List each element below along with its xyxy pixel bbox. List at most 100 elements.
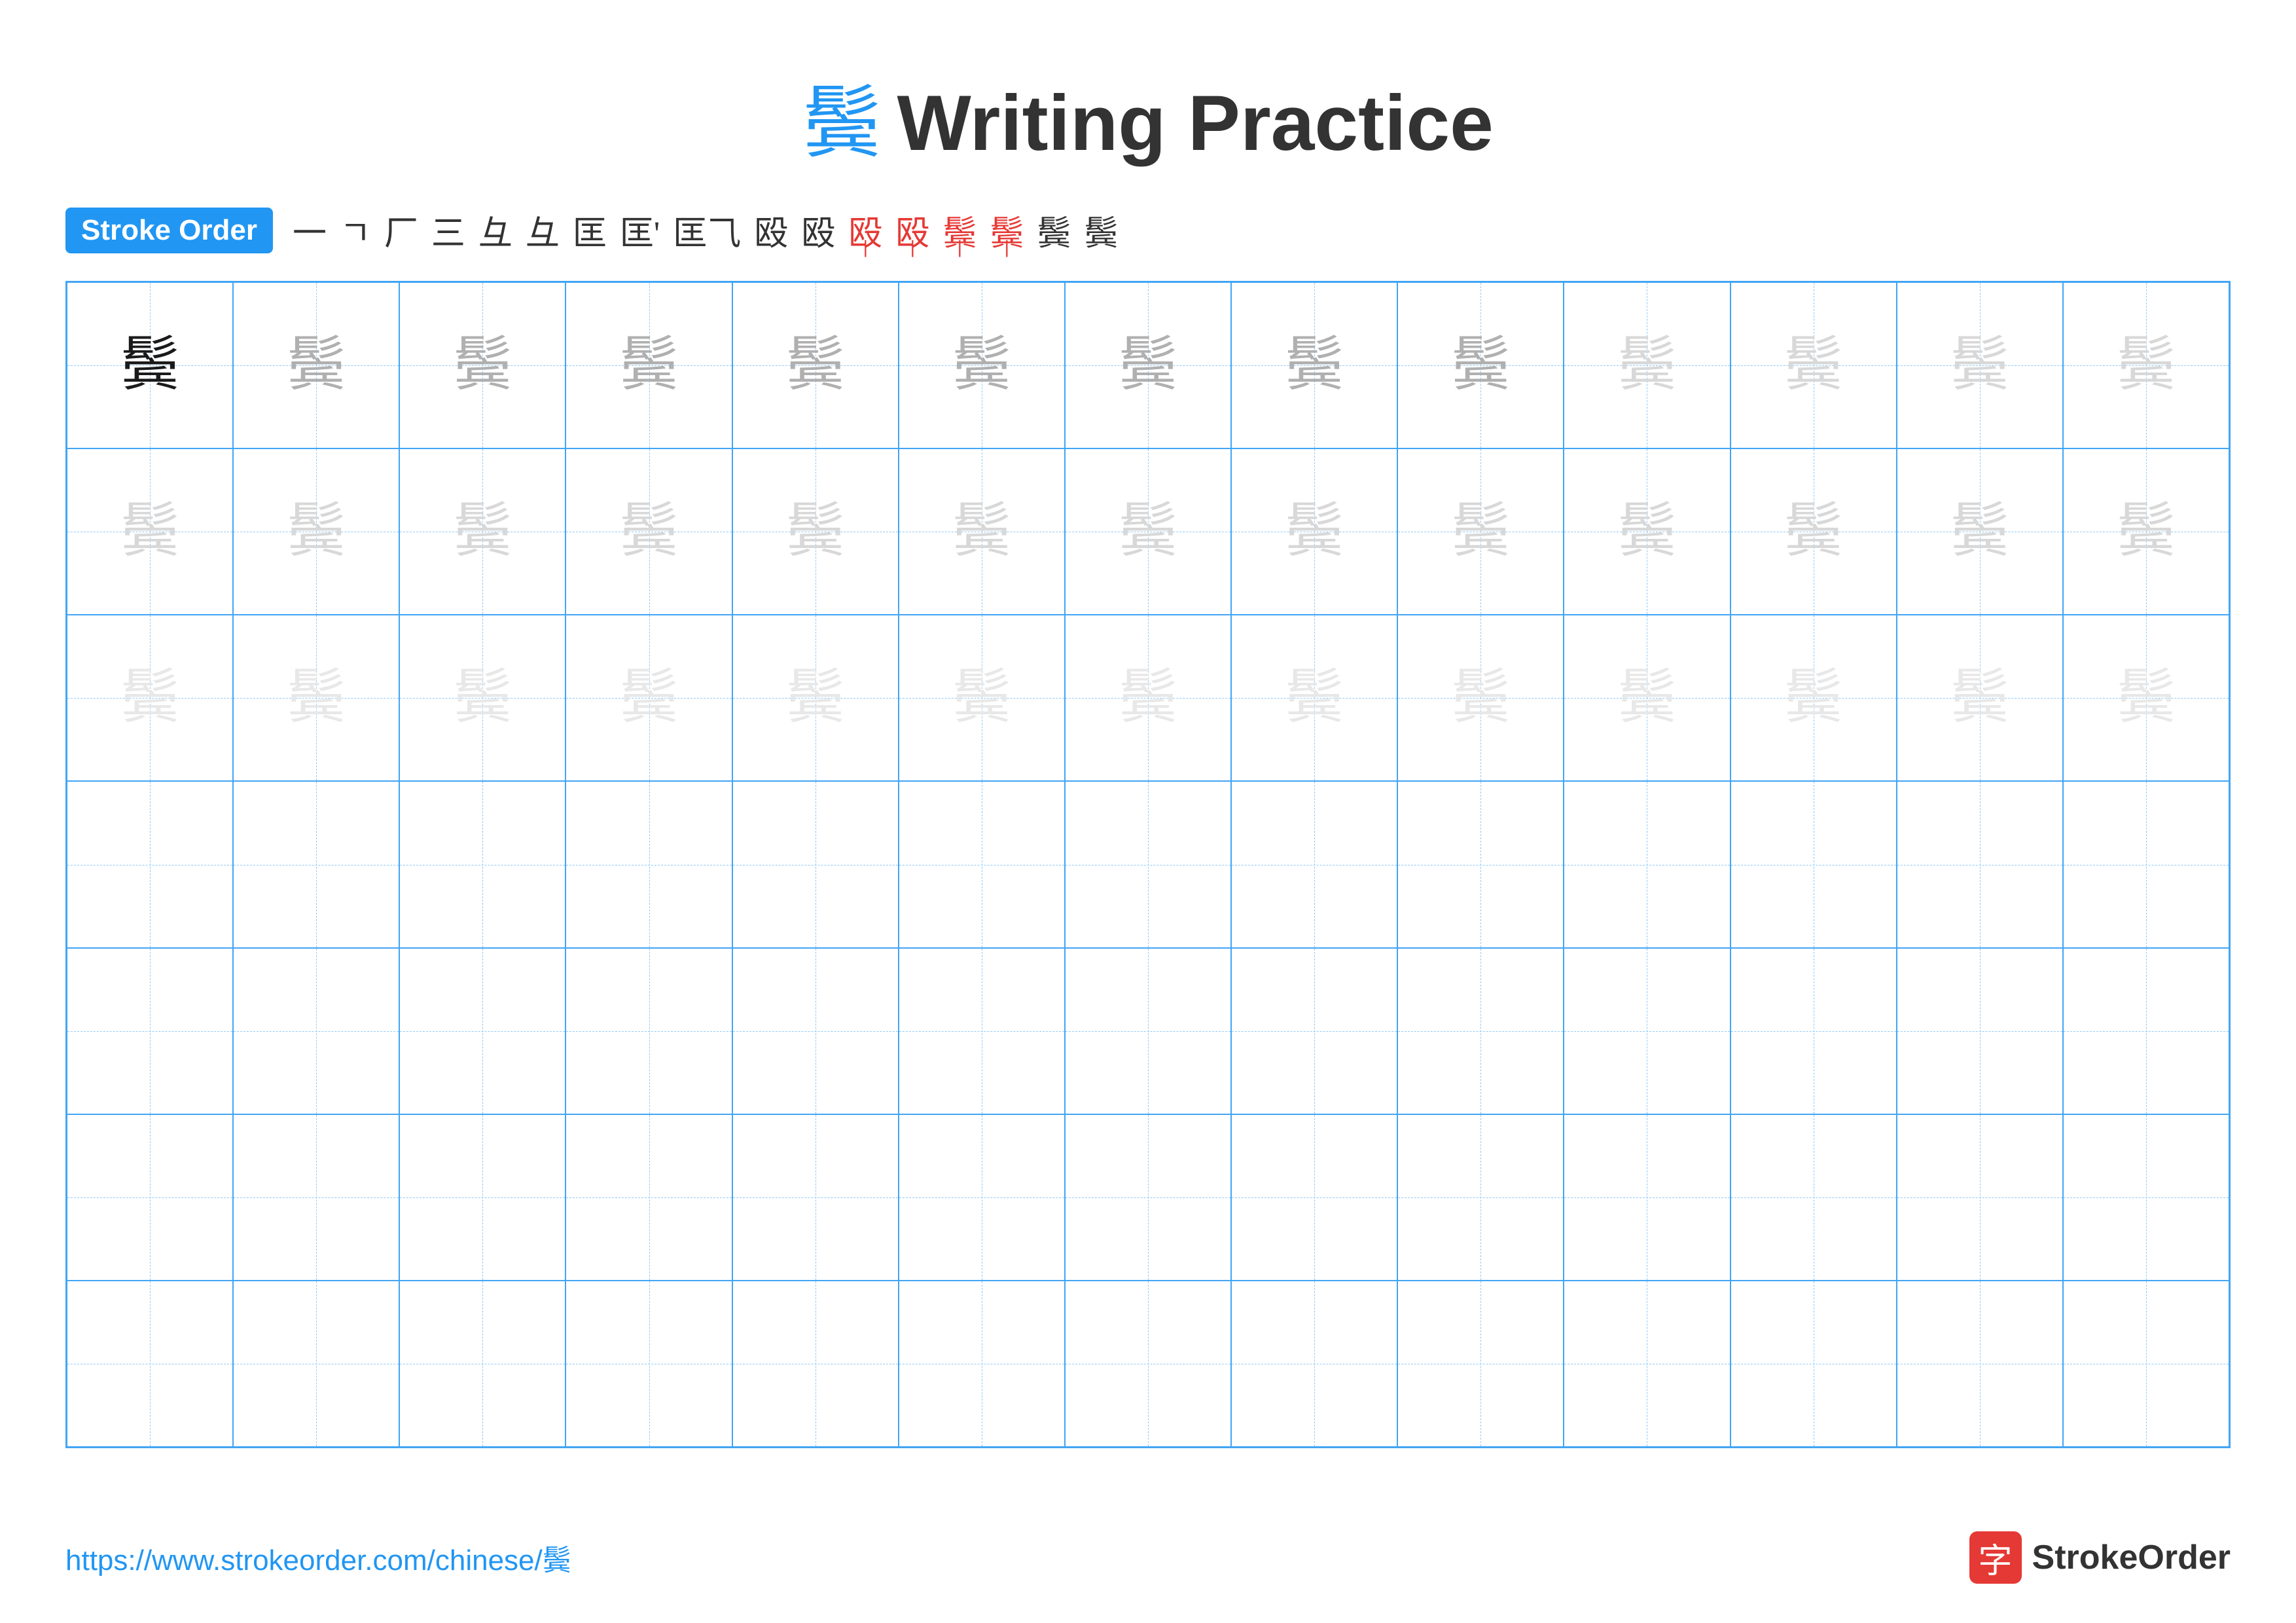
stroke-step-12: 殴 [848, 206, 882, 255]
grid-cell-r7c12[interactable] [1897, 1281, 2063, 1447]
grid-cell-r4c3[interactable] [399, 781, 565, 947]
char-r1c1: 鬓 [120, 336, 179, 395]
grid-cell-r7c1[interactable] [67, 1281, 233, 1447]
grid-cell-r7c8[interactable] [1231, 1281, 1397, 1447]
grid-cell-r6c13[interactable] [2063, 1114, 2229, 1281]
char-r2c9: 鬓 [1451, 502, 1510, 561]
char-r3c1: 鬓 [120, 668, 179, 727]
grid-cell-r6c12[interactable] [1897, 1114, 2063, 1281]
grid-cell-r2c3: 鬓 [399, 448, 565, 615]
grid-cell-r2c11: 鬓 [1731, 448, 1897, 615]
char-r1c13: 鬓 [2117, 336, 2176, 395]
char-r2c13: 鬓 [2117, 502, 2176, 561]
title-section: 鬓 Writing Practice [65, 59, 2231, 173]
grid-cell-r4c2[interactable] [233, 781, 399, 947]
logo-text: StrokeOrder [2032, 1538, 2231, 1577]
char-r1c3: 鬓 [453, 336, 512, 395]
grid-cell-r7c6[interactable] [899, 1281, 1065, 1447]
char-r2c11: 鬓 [1784, 502, 1843, 561]
grid-cell-r4c7[interactable] [1065, 781, 1231, 947]
grid-cell-r4c6[interactable] [899, 781, 1065, 947]
footer-url[interactable]: https://www.strokeorder.com/chinese/鬓 [65, 1537, 571, 1578]
grid-cell-r1c9: 鬓 [1397, 282, 1564, 448]
grid-cell-r4c8[interactable] [1231, 781, 1397, 947]
grid-cell-r4c11[interactable] [1731, 781, 1897, 947]
grid-cell-r4c13[interactable] [2063, 781, 2229, 947]
grid-cell-r5c7[interactable] [1065, 948, 1231, 1114]
grid-cell-r5c12[interactable] [1897, 948, 2063, 1114]
char-r1c7: 鬓 [1119, 336, 1177, 395]
grid-cell-r4c9[interactable] [1397, 781, 1564, 947]
grid-cell-r7c5[interactable] [732, 1281, 899, 1447]
grid-cell-r6c6[interactable] [899, 1114, 1065, 1281]
grid-cell-r6c11[interactable] [1731, 1114, 1897, 1281]
grid-cell-r4c5[interactable] [732, 781, 899, 947]
grid-cell-r7c13[interactable] [2063, 1281, 2229, 1447]
stroke-step-13: 殴 [895, 206, 929, 255]
char-r2c10: 鬓 [1617, 502, 1676, 561]
logo-icon: 字 [1969, 1531, 2022, 1584]
grid-cell-r6c5[interactable] [732, 1114, 899, 1281]
grid-cell-r5c6[interactable] [899, 948, 1065, 1114]
grid-cell-r5c5[interactable] [732, 948, 899, 1114]
char-r2c5: 鬓 [786, 502, 845, 561]
grid-cell-r3c13: 鬓 [2063, 615, 2229, 781]
grid-cell-r7c9[interactable] [1397, 1281, 1564, 1447]
grid-cell-r4c12[interactable] [1897, 781, 2063, 947]
char-r3c4: 鬓 [620, 668, 679, 727]
char-r3c3: 鬓 [453, 668, 512, 727]
grid-cell-r2c10: 鬓 [1564, 448, 1730, 615]
grid-cell-r6c2[interactable] [233, 1114, 399, 1281]
grid-cell-r4c1[interactable] [67, 781, 233, 947]
char-r1c4: 鬓 [620, 336, 679, 395]
stroke-steps: 一 ㄱ 厂 三 彑 彑 匡 匡' 匡⺄ 殴 殴 殴 殴 鬓 鬓 鬓 鬓 [293, 206, 1118, 255]
grid-cell-r5c1[interactable] [67, 948, 233, 1114]
grid-cell-r7c3[interactable] [399, 1281, 565, 1447]
grid-cell-r6c8[interactable] [1231, 1114, 1397, 1281]
grid-cell-r6c9[interactable] [1397, 1114, 1564, 1281]
grid-cell-r2c8: 鬓 [1231, 448, 1397, 615]
grid-cell-r5c11[interactable] [1731, 948, 1897, 1114]
grid-cell-r5c9[interactable] [1397, 948, 1564, 1114]
grid-cell-r3c12: 鬓 [1897, 615, 2063, 781]
char-r2c12: 鬓 [1950, 502, 2009, 561]
grid-cell-r4c10[interactable] [1564, 781, 1730, 947]
grid-cell-r5c4[interactable] [565, 948, 732, 1114]
stroke-step-5: 彑 [478, 206, 512, 255]
grid-cell-r5c3[interactable] [399, 948, 565, 1114]
grid-cell-r6c10[interactable] [1564, 1114, 1730, 1281]
grid-cell-r5c13[interactable] [2063, 948, 2229, 1114]
stroke-step-7: 匡 [573, 206, 607, 255]
grid-cell-r7c11[interactable] [1731, 1281, 1897, 1447]
grid-cell-r6c7[interactable] [1065, 1114, 1231, 1281]
grid-cell-r6c4[interactable] [565, 1114, 732, 1281]
grid-cell-r1c12: 鬓 [1897, 282, 2063, 448]
grid-cell-r5c8[interactable] [1231, 948, 1397, 1114]
grid-cell-r1c3: 鬓 [399, 282, 565, 448]
grid-cell-r1c13: 鬓 [2063, 282, 2229, 448]
grid-cell-r5c2[interactable] [233, 948, 399, 1114]
grid-cell-r2c12: 鬓 [1897, 448, 2063, 615]
footer: https://www.strokeorder.com/chinese/鬓 字 … [65, 1531, 2231, 1584]
grid-cell-r7c2[interactable] [233, 1281, 399, 1447]
stroke-step-16: 鬓 [1037, 206, 1071, 255]
grid-cell-r4c4[interactable] [565, 781, 732, 947]
grid-cell-r2c6: 鬓 [899, 448, 1065, 615]
grid-cell-r3c3: 鬓 [399, 615, 565, 781]
grid-cell-r3c1: 鬓 [67, 615, 233, 781]
char-r3c10: 鬓 [1617, 668, 1676, 727]
grid-cell-r6c3[interactable] [399, 1114, 565, 1281]
grid-cell-r5c10[interactable] [1564, 948, 1730, 1114]
char-r3c11: 鬓 [1784, 668, 1843, 727]
grid-cell-r7c4[interactable] [565, 1281, 732, 1447]
stroke-order-badge: Stroke Order [65, 208, 273, 253]
grid-cell-r7c7[interactable] [1065, 1281, 1231, 1447]
grid-cell-r6c1[interactable] [67, 1114, 233, 1281]
grid-cell-r1c4: 鬓 [565, 282, 732, 448]
grid-cell-r3c7: 鬓 [1065, 615, 1231, 781]
char-r2c4: 鬓 [620, 502, 679, 561]
grid-cell-r7c10[interactable] [1564, 1281, 1730, 1447]
char-r1c5: 鬓 [786, 336, 845, 395]
stroke-order-section: Stroke Order 一 ㄱ 厂 三 彑 彑 匡 匡' 匡⺄ 殴 殴 殴 殴… [65, 206, 2231, 255]
title-text: Writing Practice [897, 79, 1494, 167]
